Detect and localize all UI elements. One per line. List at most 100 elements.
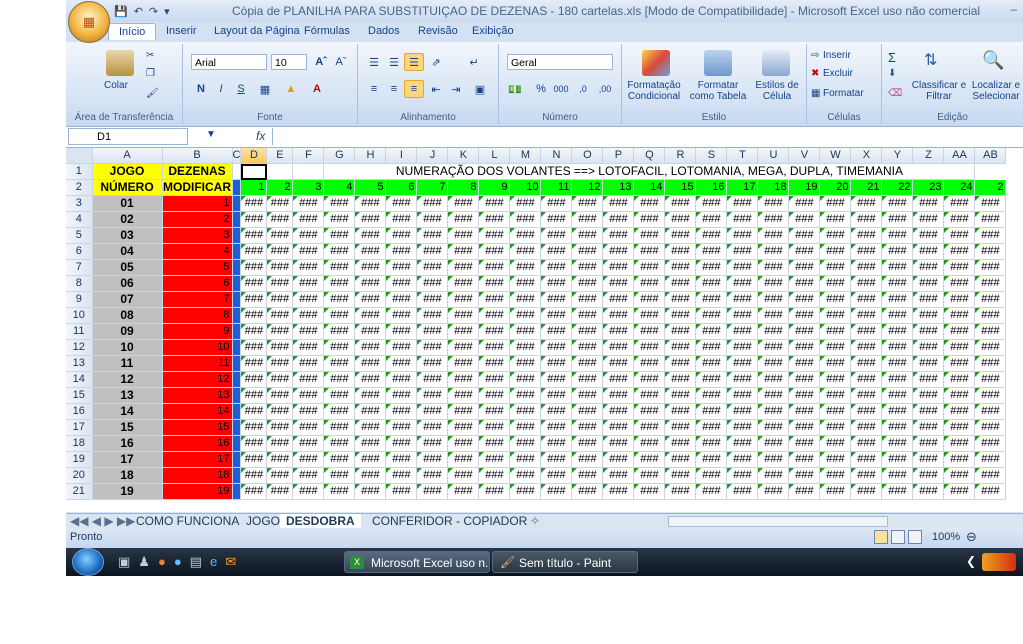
cell-modificar-value[interactable]: 11 xyxy=(162,355,233,372)
cell-overflow[interactable]: ### xyxy=(974,419,1007,436)
cell-overflow[interactable]: ### xyxy=(695,243,728,260)
cell-overflow[interactable]: ### xyxy=(602,467,635,484)
cell-overflow[interactable]: ### xyxy=(323,211,356,228)
cell-overflow[interactable]: ### xyxy=(354,387,387,404)
cell-overflow[interactable]: ### xyxy=(447,387,480,404)
cell-overflow[interactable]: ### xyxy=(385,307,418,324)
cell-overflow[interactable]: ### xyxy=(788,339,821,356)
cell-overflow[interactable]: ### xyxy=(633,371,666,388)
cell-overflow[interactable]: ### xyxy=(819,419,852,436)
cell-modificar-value[interactable]: 1 xyxy=(162,195,233,212)
cell-overflow[interactable]: ### xyxy=(726,227,759,244)
cell-overflow[interactable]: ### xyxy=(881,483,914,500)
cell-overflow[interactable]: ### xyxy=(292,451,325,468)
cell-overflow[interactable]: ### xyxy=(881,451,914,468)
cell-overflow[interactable]: ### xyxy=(726,355,759,372)
cell-overflow[interactable]: ### xyxy=(447,435,480,452)
cell-jogo-header[interactable]: JOGO xyxy=(92,163,163,180)
cell-overflow[interactable]: ### xyxy=(478,243,511,260)
cell-overflow[interactable]: ### xyxy=(881,435,914,452)
cell-overflow[interactable]: ### xyxy=(385,323,418,340)
cell-overflow[interactable]: ### xyxy=(509,323,542,340)
number-header-cell[interactable]: 16 xyxy=(695,179,728,196)
sheet-tab-desdobra[interactable]: DESDOBRA xyxy=(280,514,361,529)
cell-modificar-value[interactable]: 6 xyxy=(162,275,233,292)
cell-modificar-value[interactable]: 12 xyxy=(162,371,233,388)
cell-overflow[interactable]: ### xyxy=(974,195,1007,212)
cell-overflow[interactable]: ### xyxy=(974,451,1007,468)
cell-overflow[interactable]: ### xyxy=(323,371,356,388)
cell-overflow[interactable]: ### xyxy=(292,195,325,212)
cell-game-number[interactable]: 15 xyxy=(92,419,163,436)
cell-overflow[interactable]: ### xyxy=(354,339,387,356)
cell-overflow[interactable]: ### xyxy=(819,371,852,388)
cell-blue-marker[interactable] xyxy=(232,387,242,404)
cell-overflow[interactable]: ### xyxy=(757,467,790,484)
cell-overflow[interactable]: ### xyxy=(266,339,294,356)
cell-overflow[interactable]: ### xyxy=(788,467,821,484)
find-select-button[interactable]: Localizar e Selecionar xyxy=(968,80,1023,102)
cell-overflow[interactable]: ### xyxy=(974,259,1007,276)
cell-overflow[interactable]: ### xyxy=(354,371,387,388)
cell-overflow[interactable]: ### xyxy=(323,403,356,420)
cell-game-number[interactable]: 08 xyxy=(92,307,163,324)
cell-overflow[interactable]: ### xyxy=(943,419,976,436)
sort-filter-button[interactable]: Classificar e Filtrar xyxy=(910,80,968,102)
cell-overflow[interactable]: ### xyxy=(540,339,573,356)
cell-overflow[interactable]: ### xyxy=(664,227,697,244)
cell-game-number[interactable]: 09 xyxy=(92,323,163,340)
cell-overflow[interactable]: ### xyxy=(695,419,728,436)
cell-game-number[interactable]: 10 xyxy=(92,339,163,356)
cell-overflow[interactable]: ### xyxy=(478,483,511,500)
window-switch-icon[interactable]: ▤ xyxy=(190,554,202,570)
cell-overflow[interactable]: ### xyxy=(850,387,883,404)
cell-overflow[interactable]: ### xyxy=(478,355,511,372)
cell-overflow[interactable]: ### xyxy=(912,403,945,420)
cell-blue-marker[interactable] xyxy=(232,243,242,260)
cell-overflow[interactable]: ### xyxy=(385,435,418,452)
cell-overflow[interactable]: ### xyxy=(726,323,759,340)
cell-overflow[interactable]: ### xyxy=(788,291,821,308)
cell-blue-marker[interactable] xyxy=(232,371,242,388)
cell-overflow[interactable]: ### xyxy=(266,387,294,404)
cell-overflow[interactable]: ### xyxy=(540,307,573,324)
cell-overflow[interactable]: ### xyxy=(478,211,511,228)
cell-overflow[interactable]: ### xyxy=(912,211,945,228)
cell-overflow[interactable]: ### xyxy=(385,275,418,292)
cell-overflow[interactable]: ### xyxy=(354,323,387,340)
bold-button[interactable]: N xyxy=(191,80,211,98)
internet-explorer-icon[interactable]: e xyxy=(210,554,217,570)
cell-c2[interactable] xyxy=(232,179,242,196)
cell-overflow[interactable]: ### xyxy=(819,275,852,292)
cell-overflow[interactable]: ### xyxy=(726,259,759,276)
cell-overflow[interactable]: ### xyxy=(695,435,728,452)
cell-overflow[interactable]: ### xyxy=(788,259,821,276)
cell-game-number[interactable]: 04 xyxy=(92,243,163,260)
cell-overflow[interactable]: ### xyxy=(912,259,945,276)
cell-blue-marker[interactable] xyxy=(232,403,242,420)
cell-overflow[interactable]: ### xyxy=(385,355,418,372)
cell-game-number[interactable]: 06 xyxy=(92,275,163,292)
cell-overflow[interactable]: ### xyxy=(540,259,573,276)
cell-overflow[interactable]: ### xyxy=(788,227,821,244)
thousands-button[interactable]: 000 xyxy=(551,80,571,98)
cell-overflow[interactable]: ### xyxy=(385,211,418,228)
cell-overflow[interactable]: ### xyxy=(819,211,852,228)
cell-overflow[interactable]: ### xyxy=(266,355,294,372)
cell-overflow[interactable]: ### xyxy=(850,275,883,292)
column-header-b[interactable]: B xyxy=(162,148,233,164)
cell-game-number[interactable]: 11 xyxy=(92,355,163,372)
delete-icon[interactable]: ✖ xyxy=(811,68,819,79)
cell-overflow[interactable]: ### xyxy=(509,355,542,372)
copy-icon[interactable]: ❐ xyxy=(146,68,155,79)
cell-overflow[interactable]: ### xyxy=(633,387,666,404)
cell-overflow[interactable]: ### xyxy=(416,259,449,276)
cell-overflow[interactable]: ### xyxy=(240,419,268,436)
cell-overflow[interactable]: ### xyxy=(292,419,325,436)
cell-overflow[interactable]: ### xyxy=(323,435,356,452)
cell-modificar-value[interactable]: 8 xyxy=(162,307,233,324)
cell-overflow[interactable]: ### xyxy=(540,291,573,308)
cell-overflow[interactable]: ### xyxy=(571,339,604,356)
cell-blue-marker[interactable] xyxy=(232,275,242,292)
cell-overflow[interactable]: ### xyxy=(323,259,356,276)
